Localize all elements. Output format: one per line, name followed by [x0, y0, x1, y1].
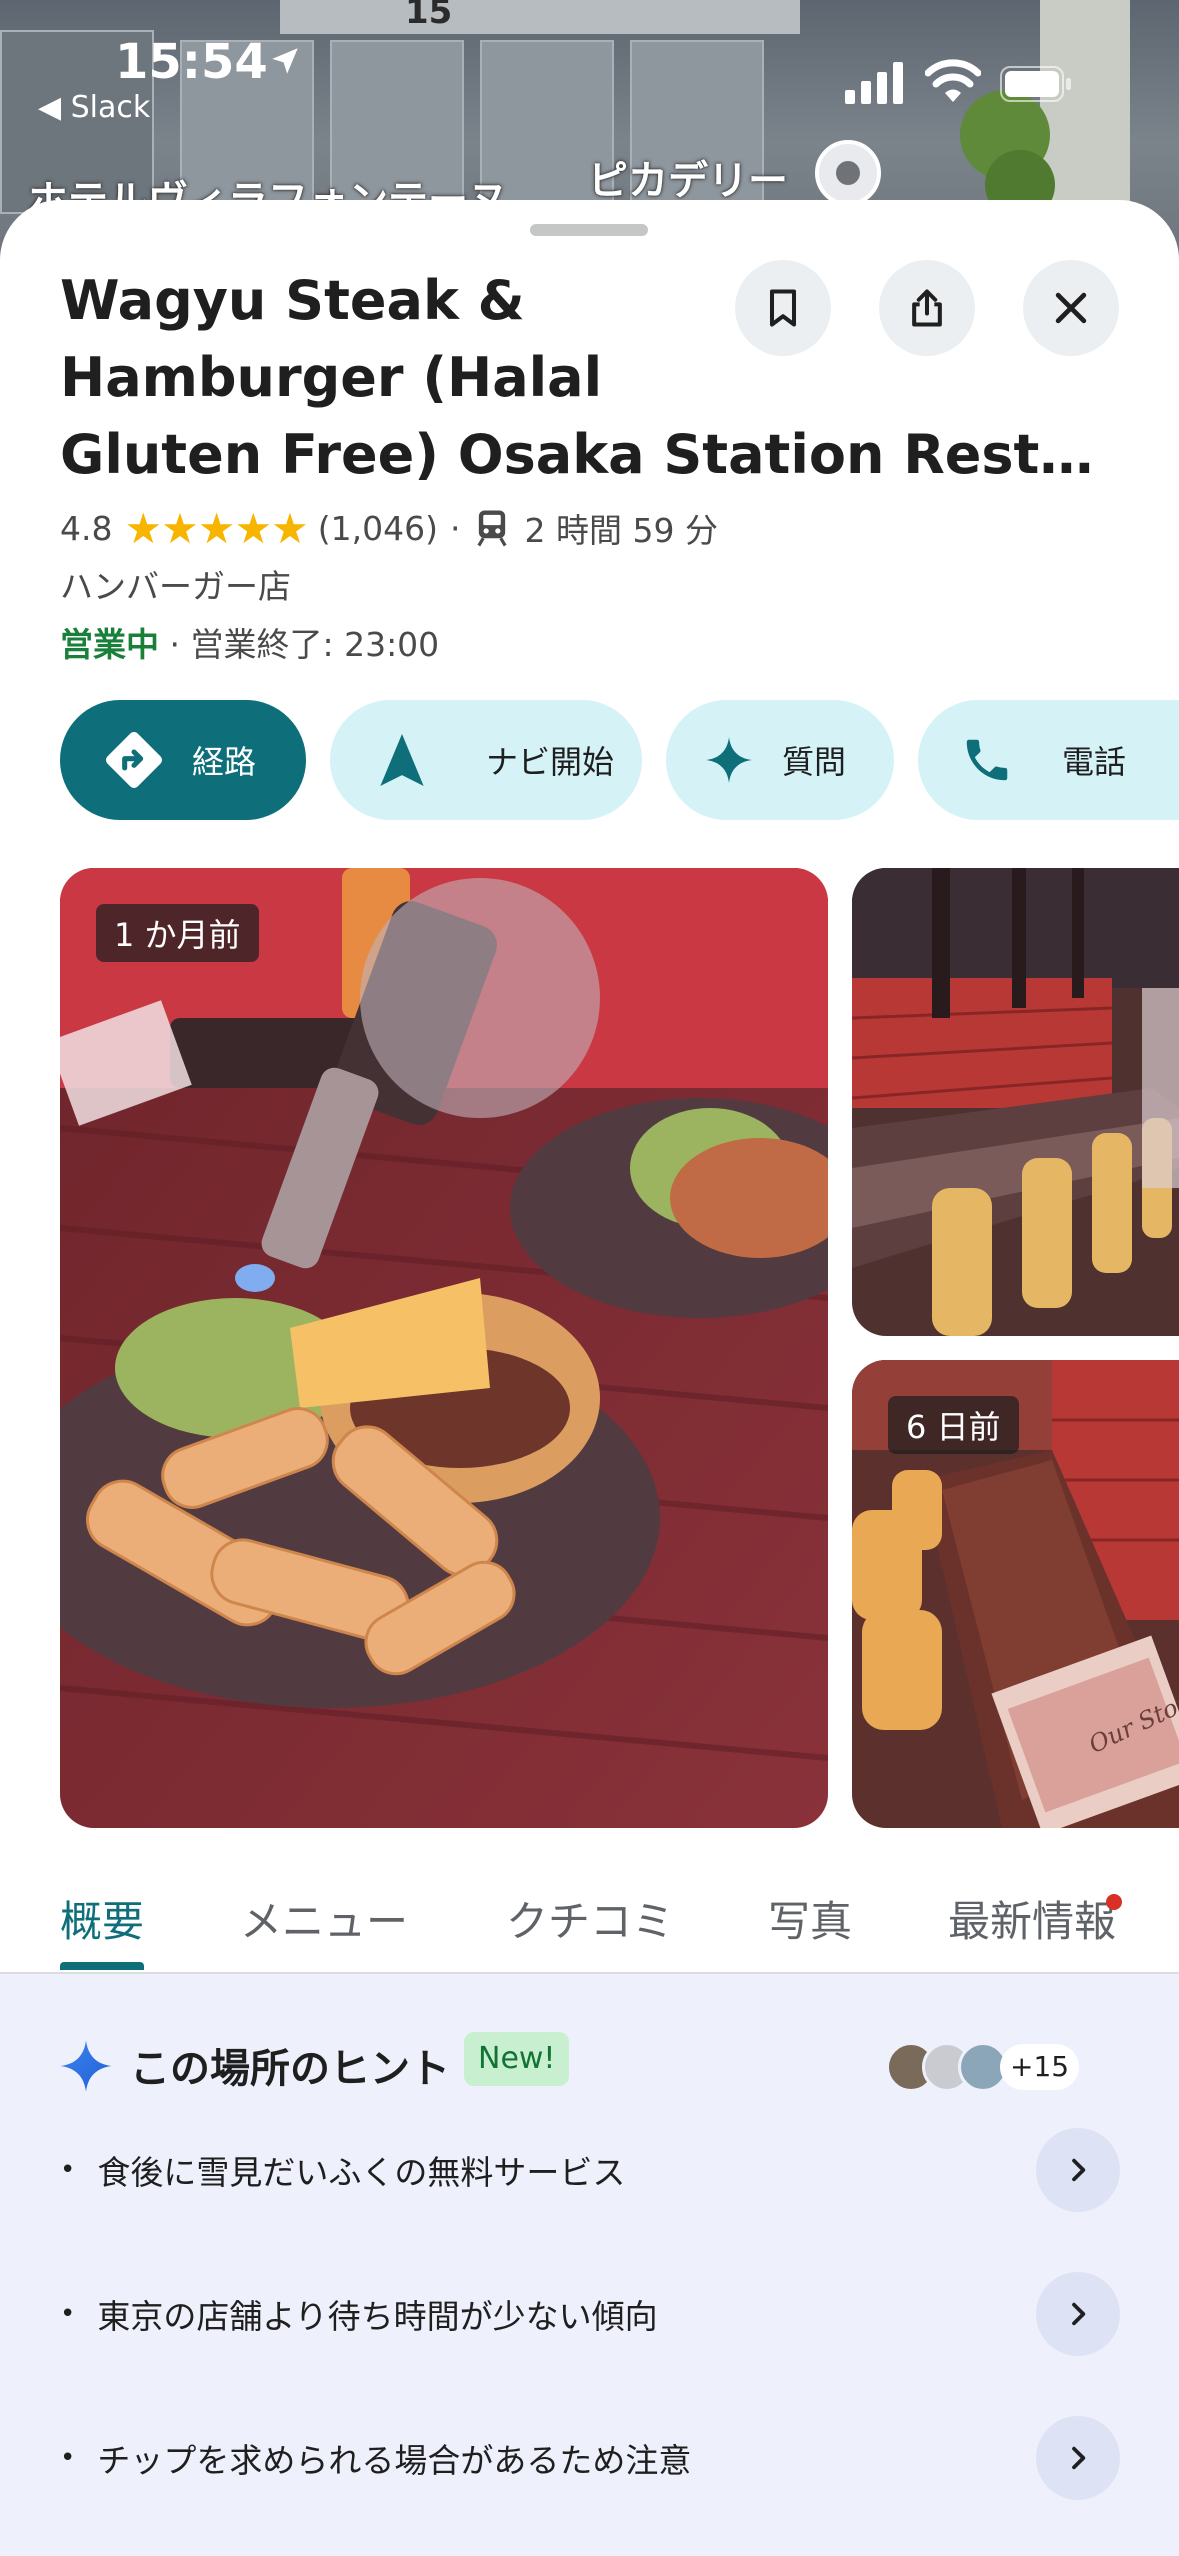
active-tab-indicator	[60, 1962, 144, 1970]
call-label: 電話	[1062, 743, 1127, 781]
navigation-arrow-icon	[380, 734, 424, 786]
sparkle-icon	[706, 737, 752, 783]
tip-text: 東京の店舗より待ち時間が少ない傾向	[97, 2297, 658, 2336]
bullet: •	[60, 2155, 76, 2185]
transit-time: 2 時間 59 分	[524, 511, 718, 550]
updates-notification-dot	[1106, 1894, 1122, 1910]
start-navigation-label: ナビ開始	[486, 743, 615, 781]
bullet: •	[60, 2299, 76, 2329]
photo-age-badge: 1 か月前	[96, 904, 259, 962]
bookmark-icon	[769, 289, 797, 327]
chevron-right-icon	[1072, 2446, 1086, 2470]
back-to-app-link[interactable]: ◀ Slack	[38, 90, 150, 125]
side-photo-bottom[interactable]: Our Story 6 日前	[852, 1360, 1179, 1828]
save-button[interactable]	[735, 260, 831, 356]
rating-row[interactable]: 4.8 ★★★★★ (1,046) · 2 時間 59 分	[60, 498, 718, 558]
star-rating-icon: ★★★★★	[124, 503, 308, 553]
tip-item[interactable]: • 食後に雪見だいふくの無料サービス	[60, 2128, 1120, 2212]
gemini-sparkle-icon	[60, 2040, 112, 2092]
ask-question-button[interactable]: 質問	[666, 700, 894, 820]
close-button[interactable]	[1023, 260, 1119, 356]
status-time: 15:54	[115, 34, 268, 90]
train-icon	[477, 510, 508, 547]
chevron-right-icon	[1072, 2302, 1086, 2326]
place-tips-section: この場所のヒント New! +15 • 食後に雪見だいふくの無料サービス • 東…	[0, 1974, 1179, 2556]
photo-age-badge: 6 日前	[888, 1396, 1019, 1454]
open-status: 営業中	[60, 625, 159, 664]
location-arrow-icon	[272, 48, 298, 74]
tip-expand-button[interactable]	[1036, 2272, 1120, 2356]
tab-menu[interactable]: メニュー	[240, 1888, 408, 1949]
restaurant-counter-image	[852, 868, 1179, 1336]
bullet: •	[60, 2443, 76, 2473]
map-block-number: 15	[405, 0, 453, 32]
cellular-signal-icon	[845, 62, 903, 104]
place-title-line: Hamburger (Halal	[60, 346, 603, 409]
phone-icon	[966, 739, 1008, 781]
map-label-piccadilly[interactable]: ピカデリー	[588, 148, 788, 206]
ask-question-label: 質問	[782, 743, 847, 781]
more-contributors-count: +15	[1000, 2044, 1080, 2090]
tips-title: この場所のヒント	[130, 2046, 450, 2092]
place-category: ハンバーガー店	[60, 567, 291, 606]
sheet-grabber[interactable]	[530, 224, 648, 236]
tip-expand-button[interactable]	[1036, 2416, 1120, 2500]
tab-updates[interactable]: 最新情報	[948, 1888, 1116, 1949]
map-location-pin[interactable]	[815, 140, 881, 206]
review-count[interactable]: (1,046)	[318, 509, 438, 548]
tab-reviews[interactable]: クチコミ	[506, 1888, 674, 1949]
main-photo[interactable]: 1 か月前	[60, 868, 828, 1828]
hours-status[interactable]: 営業中 · 営業終了: 23:00	[60, 618, 439, 666]
share-icon	[912, 289, 942, 327]
section-tabs: 概要 メニュー クチコミ 写真 最新情報	[0, 1868, 1179, 1974]
directions-label: 経路	[192, 743, 257, 781]
wifi-icon	[925, 59, 981, 102]
tip-text: 食後に雪見だいふくの無料サービス	[97, 2153, 626, 2192]
directions-button[interactable]: 経路	[60, 700, 306, 820]
tip-text: チップを求められる場合があるため注意	[97, 2441, 692, 2480]
share-button[interactable]	[879, 260, 975, 356]
side-photo-top[interactable]	[852, 868, 1179, 1336]
call-button[interactable]: 電話	[918, 700, 1179, 820]
place-details-sheet: Wagyu Steak & Hamburger (Halal Gluten Fr…	[0, 200, 1179, 2556]
separator: ·	[449, 508, 461, 548]
start-navigation-button[interactable]: ナビ開始	[330, 700, 642, 820]
new-badge: New!	[464, 2032, 570, 2086]
chevron-right-icon	[1072, 2158, 1086, 2182]
close-icon	[1055, 292, 1087, 324]
place-title-line: Gluten Free) Osaka Station Restaura...	[60, 423, 1120, 486]
tab-photos[interactable]: 写真	[768, 1888, 852, 1949]
burger-photo-image	[60, 868, 828, 1828]
tip-expand-button[interactable]	[1036, 2128, 1120, 2212]
directions-icon	[106, 732, 162, 788]
tab-overview[interactable]: 概要	[60, 1888, 144, 1949]
rating-value: 4.8	[60, 508, 113, 548]
battery-icon	[1000, 66, 1071, 102]
tip-item[interactable]: • チップを求められる場合があるため注意	[60, 2416, 1120, 2500]
closing-time: · 営業終了: 23:00	[159, 625, 440, 664]
tip-item[interactable]: • 東京の店舗より待ち時間が少ない傾向	[60, 2272, 1120, 2356]
contributor-avatars[interactable]: +15	[886, 2042, 1080, 2092]
map-road	[280, 0, 800, 34]
